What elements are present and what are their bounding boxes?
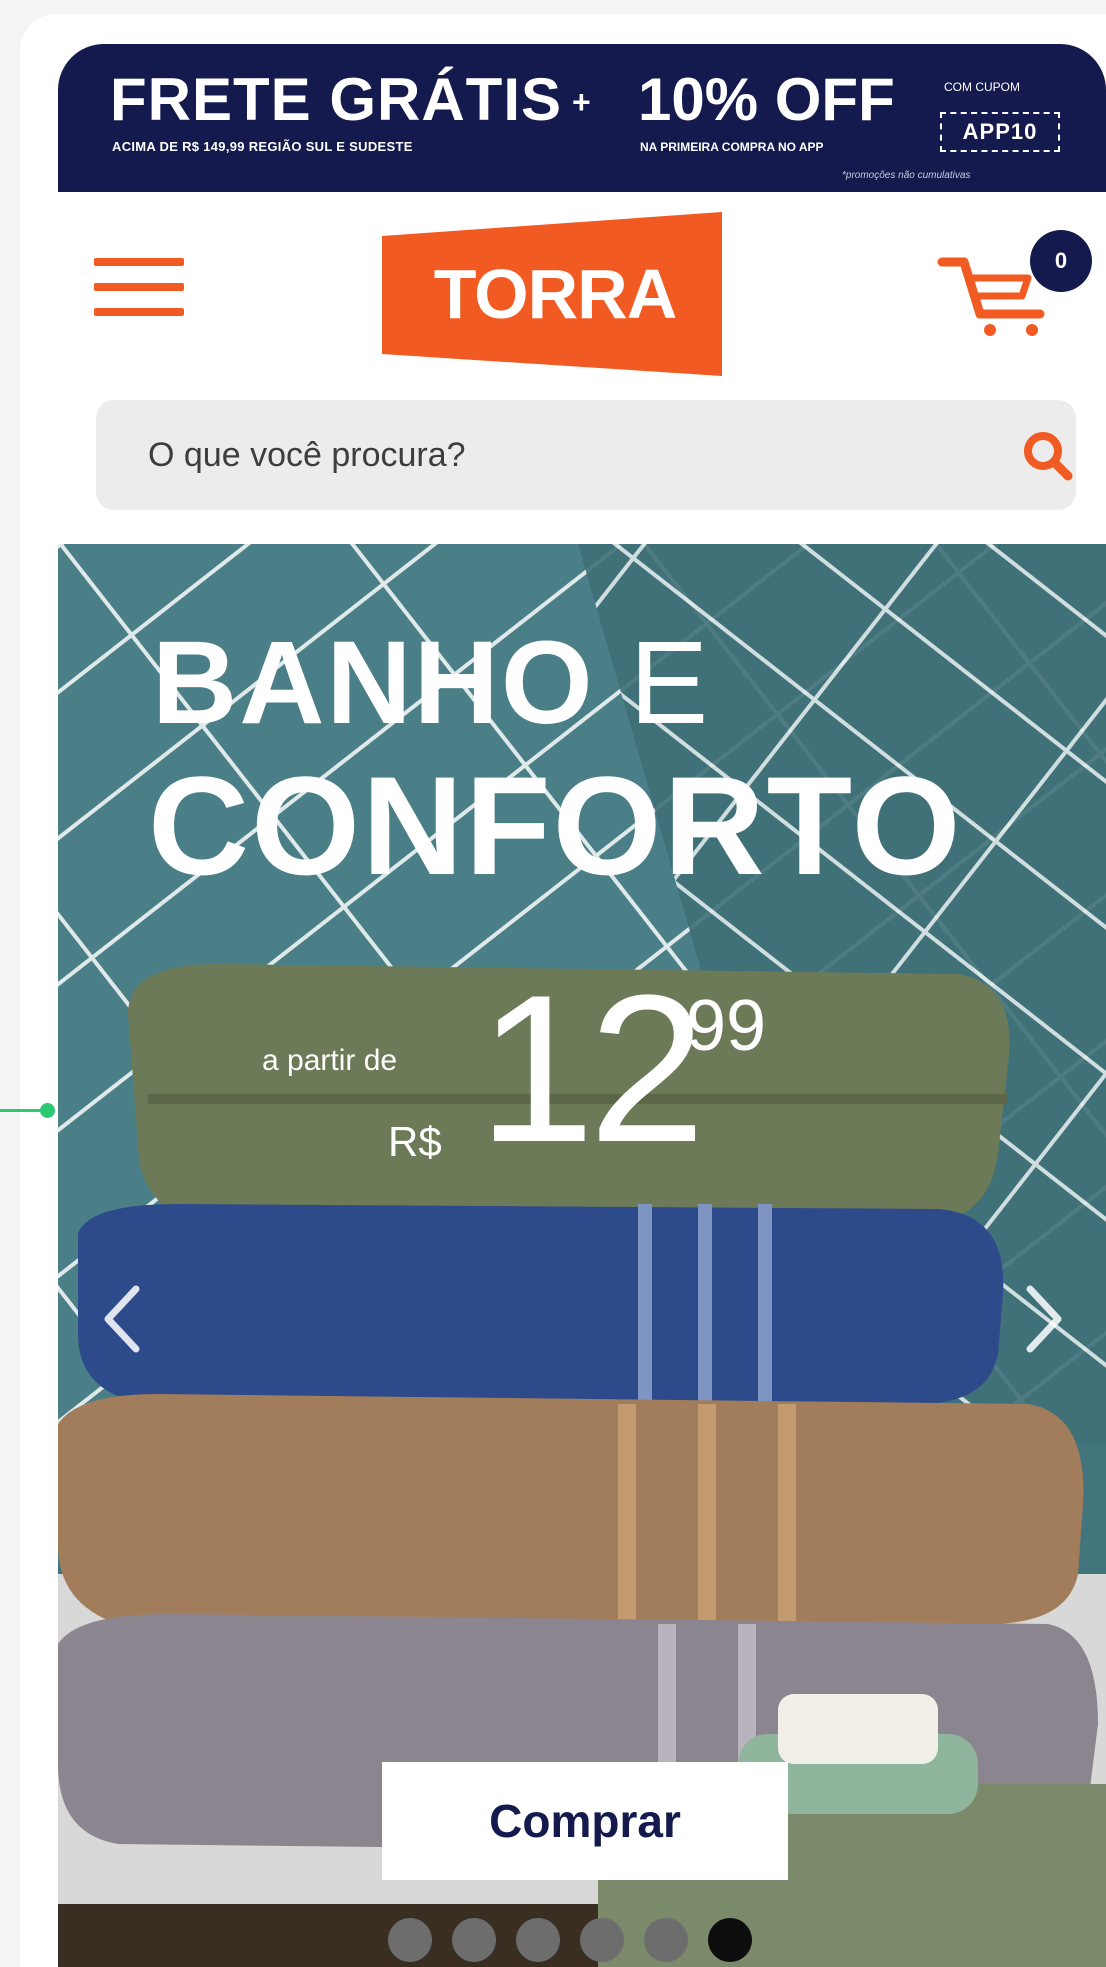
carousel-dot-1[interactable]	[388, 1918, 432, 1962]
hero-carousel[interactable]: BANHO E CONFORTO a partir de R$ 12 ,99 C…	[58, 544, 1106, 1967]
promo-discount-subtitle: NA PRIMEIRA COMPRA NO APP	[640, 140, 824, 154]
search-bar	[96, 400, 1076, 510]
hamburger-icon-bar	[94, 308, 184, 316]
buy-button[interactable]: Comprar	[382, 1762, 788, 1880]
hamburger-menu-button[interactable]	[94, 254, 186, 322]
torra-logo[interactable]: TORRA	[382, 212, 728, 376]
cart-count-badge: 0	[1030, 230, 1092, 292]
chevron-right-icon	[1026, 1285, 1062, 1353]
hero-title-line2: CONFORTO	[148, 747, 963, 904]
carousel-dot-5[interactable]	[644, 1918, 688, 1962]
promo-plus-sign: +	[572, 84, 591, 120]
hero-title-thin: E	[629, 617, 711, 749]
mobile-screen: FRETE GRÁTIS ACIMA DE R$ 149,99 REGIÃO S…	[58, 44, 1106, 1967]
chevron-left-icon	[104, 1285, 140, 1353]
search-icon[interactable]	[1020, 428, 1076, 484]
price-prefix: a partir de	[262, 1044, 398, 1077]
carousel-prev-button[interactable]	[98, 1279, 148, 1359]
search-input[interactable]	[148, 400, 928, 510]
carousel-dot-2[interactable]	[452, 1918, 496, 1962]
price-currency: R$	[388, 1118, 442, 1165]
carousel-dot-3[interactable]	[516, 1918, 560, 1962]
price-cents: ,99	[666, 986, 767, 1066]
hero-title-line1: BANHO E	[152, 624, 710, 742]
hamburger-icon-bar	[94, 283, 184, 291]
promo-coupon-label: COM CUPOM	[944, 80, 1020, 94]
promo-free-shipping-subtitle: ACIMA DE R$ 149,99 REGIÃO SUL E SUDESTE	[112, 139, 413, 154]
carousel-pagination	[388, 1918, 788, 1964]
promo-note: *promoções não cumulativas	[842, 170, 971, 181]
promo-free-shipping-title: FRETE GRÁTIS	[110, 66, 563, 133]
hamburger-icon	[94, 258, 184, 266]
annotation-connector-dot	[40, 1103, 55, 1118]
carousel-dot-6[interactable]	[708, 1918, 752, 1962]
logo-text: TORRA	[433, 255, 678, 333]
hero-title-bold: BANHO	[152, 617, 595, 749]
promo-coupon-code: APP10	[940, 112, 1060, 152]
promo-discount-title: 10% OFF	[638, 66, 895, 133]
carousel-next-button[interactable]	[1018, 1279, 1068, 1359]
promo-banner[interactable]: FRETE GRÁTIS ACIMA DE R$ 149,99 REGIÃO S…	[58, 44, 1106, 192]
carousel-dot-4[interactable]	[580, 1918, 624, 1962]
